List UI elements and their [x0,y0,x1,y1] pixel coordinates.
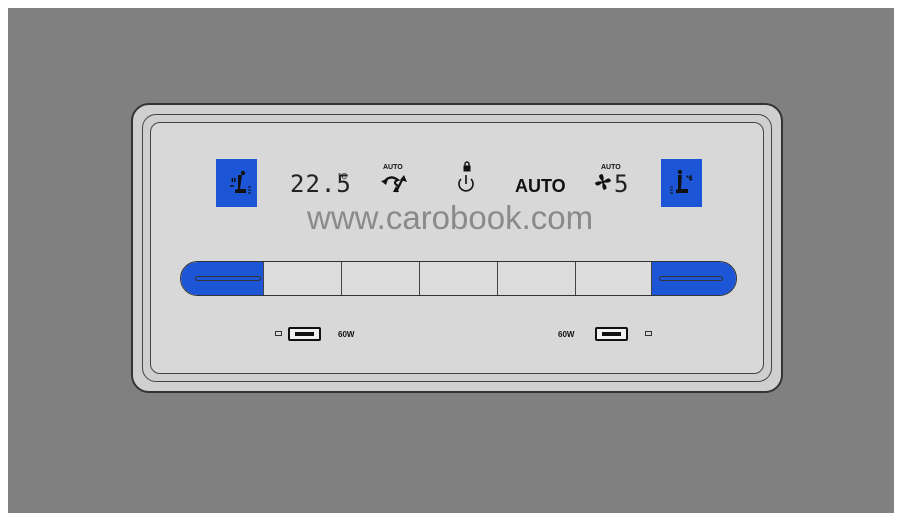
display-icon [645,331,652,336]
usb-left-power-label: 60W [338,330,355,339]
slider-right-groove [659,276,723,281]
slider-segment[interactable] [575,262,651,295]
left-heated-seat-button[interactable] [216,159,257,207]
fan-speed-level: 5 [614,170,629,198]
slider-left-groove [195,276,261,281]
recirc-auto-label: AUTO [383,164,403,171]
watermark-text: www.carobook.com [307,199,594,236]
usb-c-port-icon [595,327,628,341]
ventilated-seat-icon [670,169,693,194]
fan-icon[interactable] [593,172,613,192]
power-icon[interactable] [455,174,477,194]
slider-segment[interactable] [497,262,575,295]
temperature-slider[interactable] [180,261,737,296]
usb-c-port-icon [288,327,321,341]
temperature-unit: °C [338,172,347,181]
slider-segment[interactable] [419,262,497,295]
display-icon [275,331,282,336]
auto-mode-button[interactable]: AUTO [515,176,566,197]
slider-segment[interactable] [263,262,341,295]
right-ventilated-seat-button[interactable] [661,159,702,207]
climate-control-panel [131,103,783,393]
heated-seat-icon [230,170,251,194]
air-recirculation-icon[interactable] [380,172,412,194]
slider-segment[interactable] [341,262,419,295]
usb-right-power-label: 60W [558,330,575,339]
lock-icon [463,161,471,172]
panel-bezel [142,114,772,382]
